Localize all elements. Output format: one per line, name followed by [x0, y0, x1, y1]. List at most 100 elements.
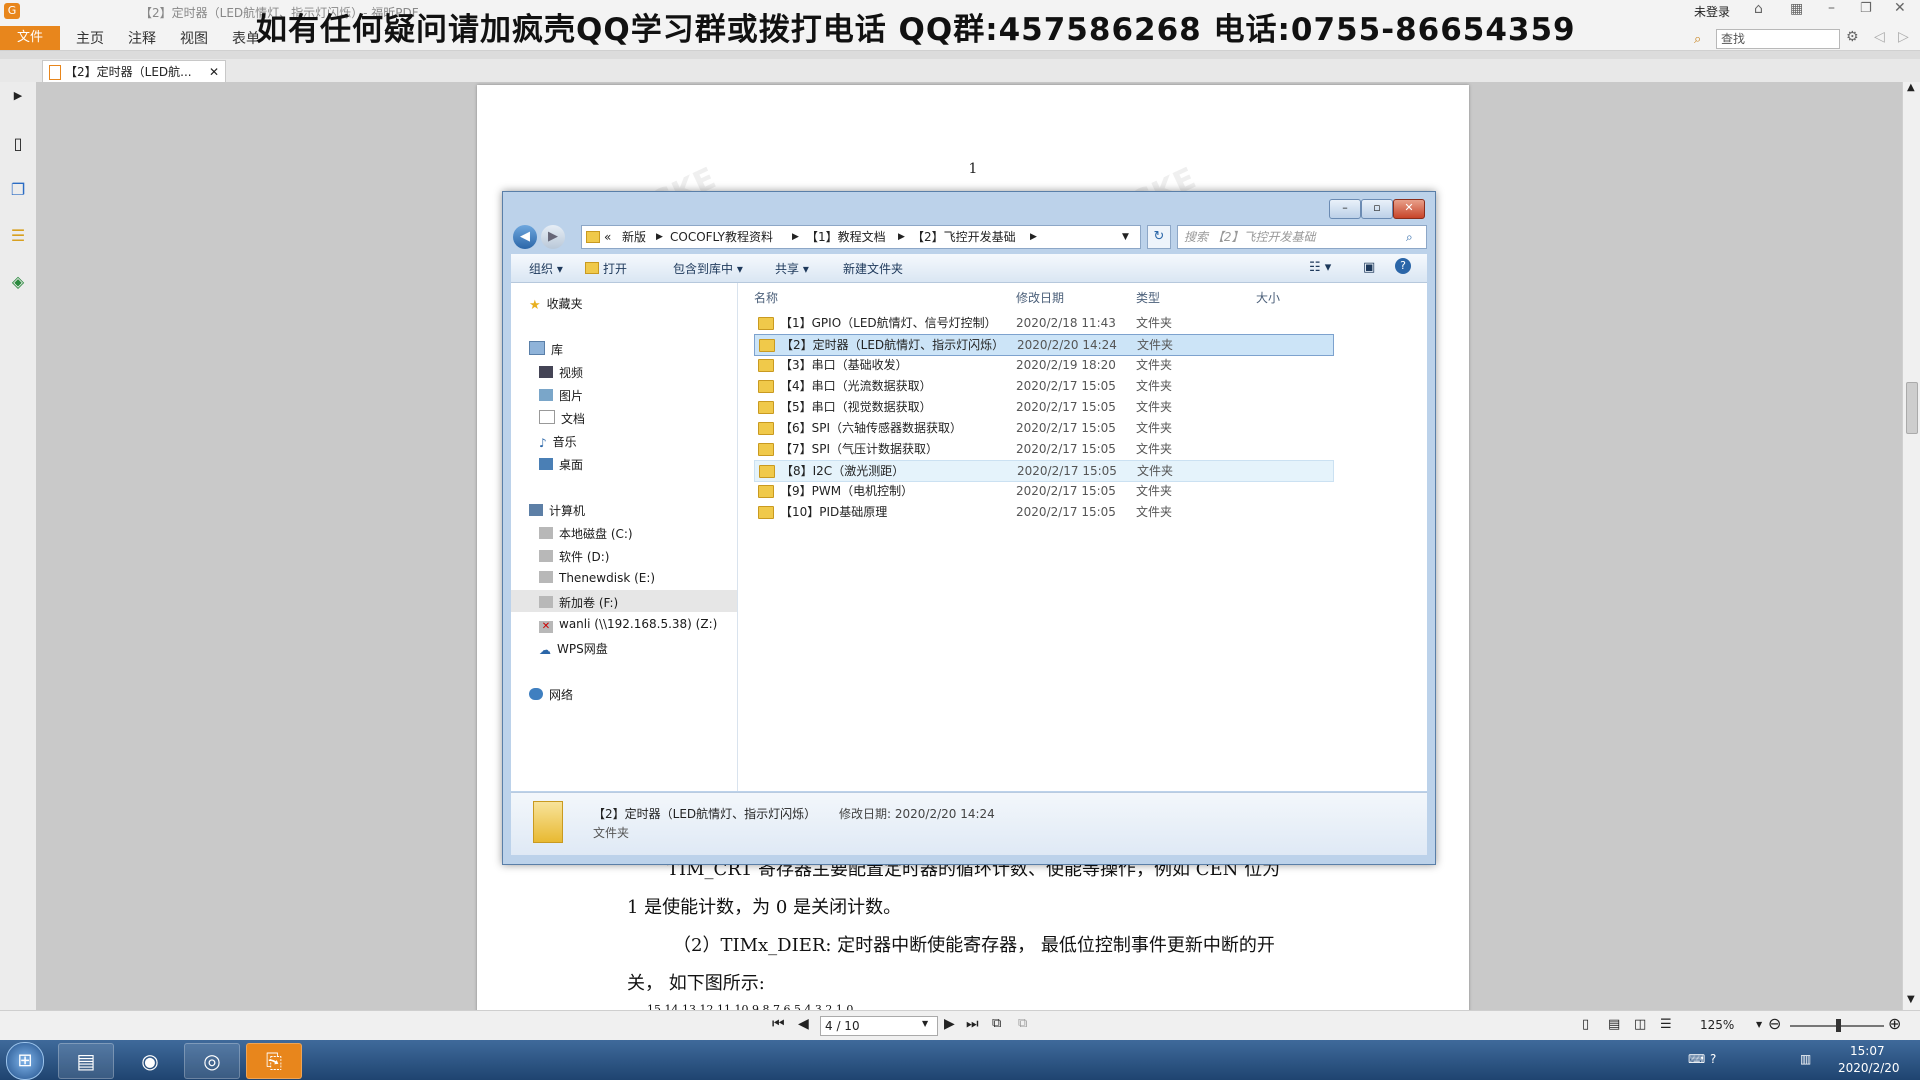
clock-date[interactable]: 2020/2/20: [1838, 1061, 1900, 1075]
view-options-icon[interactable]: ☷ ▾: [1309, 260, 1331, 275]
breadcrumb-item[interactable]: 【2】飞控开发基础: [912, 226, 1016, 248]
fit-page-icon[interactable]: ⧉: [992, 1016, 1001, 1031]
forward-icon[interactable]: ▶: [541, 225, 565, 249]
nav-lib-desktop[interactable]: 桌面: [539, 456, 583, 473]
nav-lib-music[interactable]: ♪ 音乐: [539, 433, 577, 450]
explorer-search-input[interactable]: 搜索 【2】飞控开发基础 ⌕: [1177, 225, 1427, 249]
scroll-view-icon[interactable]: ☰: [1660, 1017, 1672, 1032]
scroll-up-icon[interactable]: ▲: [1907, 82, 1915, 93]
apps-grid-icon[interactable]: ▦: [1790, 1, 1803, 17]
chrome-taskbar-icon[interactable]: ◉: [122, 1043, 178, 1079]
webcam-taskbar-icon[interactable]: ◎: [184, 1043, 240, 1079]
settings-icon[interactable]: ⚙: [1846, 29, 1859, 45]
tray-help-icon[interactable]: ?: [1710, 1052, 1716, 1066]
find-input[interactable]: 查找: [1716, 29, 1840, 49]
breadcrumb-item[interactable]: COCOFLY教程资料: [670, 226, 773, 248]
restore-icon[interactable]: ❐: [1860, 1, 1872, 16]
tab-close-icon[interactable]: ✕: [209, 61, 219, 83]
column-type[interactable]: 类型: [1136, 289, 1160, 306]
login-status[interactable]: 未登录: [1694, 3, 1730, 20]
address-dropdown-icon[interactable]: ▼: [1122, 226, 1129, 248]
skin-icon[interactable]: ⌂: [1754, 1, 1763, 17]
find-icon[interactable]: ⌕: [1694, 32, 1701, 47]
continuous-view-icon[interactable]: ▤: [1608, 1017, 1620, 1032]
file-row[interactable]: 【4】串口（光流数据获取） 2020/2/17 15:05 文件夹: [754, 376, 1332, 396]
column-size[interactable]: 大小: [1256, 289, 1280, 306]
breadcrumb-item[interactable]: 【1】教程文档: [806, 226, 886, 248]
clock-time[interactable]: 15:07: [1850, 1044, 1885, 1058]
file-row[interactable]: 【7】SPI（气压计数据获取） 2020/2/17 15:05 文件夹: [754, 439, 1332, 459]
nav-computer[interactable]: 计算机: [529, 502, 585, 519]
column-name[interactable]: 名称: [754, 289, 778, 306]
facing-view-icon[interactable]: ◫: [1634, 1017, 1646, 1032]
last-page-icon[interactable]: ⏭: [966, 1016, 979, 1032]
pages-icon[interactable]: ❐: [8, 180, 28, 200]
share-button[interactable]: 共享 ▾: [775, 260, 809, 277]
nav-lib-documents[interactable]: 文档: [539, 410, 585, 427]
file-row[interactable]: 【6】SPI（六轴传感器数据获取） 2020/2/17 15:05 文件夹: [754, 418, 1332, 438]
tray-keyboard-icon[interactable]: ⌨: [1688, 1052, 1705, 1066]
menu-view[interactable]: 视图: [180, 28, 208, 48]
forward-arrow-icon[interactable]: ▷: [1898, 29, 1909, 45]
explorer-maximize-icon[interactable]: ▫: [1361, 199, 1393, 219]
fit-width-icon[interactable]: ⧉: [1018, 1016, 1027, 1031]
comments-icon[interactable]: ☰: [8, 226, 28, 246]
file-row[interactable]: 【3】串口（基础收发） 2020/2/19 18:20 文件夹: [754, 355, 1332, 375]
back-arrow-icon[interactable]: ◁: [1874, 29, 1885, 45]
preview-pane-icon[interactable]: ▣: [1363, 260, 1375, 275]
nav-network[interactable]: 网络: [529, 686, 573, 703]
search-icon[interactable]: ⌕: [1406, 226, 1413, 248]
column-date[interactable]: 修改日期: [1016, 289, 1064, 306]
scroll-thumb[interactable]: [1906, 382, 1918, 434]
single-page-view-icon[interactable]: ▯: [1582, 1017, 1589, 1032]
organize-button[interactable]: 组织 ▾: [529, 260, 563, 277]
file-row[interactable]: 【9】PWM（电机控制） 2020/2/17 15:05 文件夹: [754, 481, 1332, 501]
include-library-button[interactable]: 包含到库中 ▾: [673, 260, 743, 277]
file-row[interactable]: 【8】I2C（激光测距） 2020/2/17 15:05 文件夹: [754, 460, 1334, 482]
next-page-icon[interactable]: ▶: [944, 1016, 955, 1032]
nav-drive-e[interactable]: Thenewdisk (E:): [539, 571, 655, 585]
zoom-in-icon[interactable]: ⊕: [1888, 1014, 1901, 1033]
layers-icon[interactable]: ◈: [8, 272, 28, 292]
file-row[interactable]: 【1】GPIO（LED航情灯、信号灯控制） 2020/2/18 11:43 文件夹: [754, 313, 1332, 333]
vertical-scrollbar[interactable]: ▲ ▼: [1902, 82, 1920, 1010]
help-icon[interactable]: ?: [1395, 258, 1411, 274]
nav-drive-c[interactable]: 本地磁盘 (C:): [539, 525, 633, 542]
zoom-dropdown-icon[interactable]: ▼: [1756, 1020, 1762, 1029]
nav-lib-pictures[interactable]: 图片: [539, 387, 583, 404]
file-explorer-taskbar-icon[interactable]: ▤: [58, 1043, 114, 1079]
open-button[interactable]: 打开: [585, 260, 627, 277]
app-logo-icon[interactable]: G: [4, 3, 20, 19]
nav-drive-f[interactable]: 新加卷 (F:): [539, 594, 618, 611]
zoom-out-icon[interactable]: ⊖: [1768, 1014, 1781, 1033]
nav-libraries[interactable]: 库: [529, 341, 563, 358]
minimize-icon[interactable]: –: [1828, 0, 1835, 16]
file-row[interactable]: 【5】串口（视觉数据获取） 2020/2/17 15:05 文件夹: [754, 397, 1332, 417]
menu-home[interactable]: 主页: [76, 28, 104, 48]
pdf-reader-taskbar-icon[interactable]: ⎘: [246, 1043, 302, 1079]
explorer-close-icon[interactable]: ✕: [1393, 199, 1425, 219]
start-button-icon[interactable]: ⊞: [6, 1042, 44, 1080]
breadcrumb-root[interactable]: «: [604, 226, 611, 248]
breadcrumb-item[interactable]: 新版: [622, 226, 646, 248]
zoom-slider-thumb[interactable]: [1836, 1019, 1841, 1032]
menu-annotate[interactable]: 注释: [128, 28, 156, 48]
nav-drive-d[interactable]: 软件 (D:): [539, 548, 609, 565]
explorer-title-bar[interactable]: – ▫ ✕: [503, 192, 1435, 220]
explorer-minimize-icon[interactable]: –: [1329, 199, 1361, 219]
zoom-level[interactable]: 125%: [1700, 1018, 1734, 1032]
document-tab[interactable]: 【2】定时器（LED航... ✕: [42, 60, 226, 83]
address-bar[interactable]: « 新版 ▶ COCOFLY教程资料 ▶ 【1】教程文档 ▶ 【2】飞控开发基础…: [581, 225, 1141, 249]
back-icon[interactable]: ◀: [513, 225, 537, 249]
nav-favorites[interactable]: ★ 收藏夹: [529, 295, 583, 313]
page-number-input[interactable]: 4 / 10: [820, 1016, 938, 1036]
nav-lib-videos[interactable]: 视频: [539, 364, 583, 381]
first-page-icon[interactable]: ⏮: [772, 1016, 785, 1032]
close-icon[interactable]: ✕: [1894, 0, 1906, 16]
expand-panel-icon[interactable]: ▶: [8, 86, 28, 106]
nav-drive-z[interactable]: ✕ wanli (\\192.168.5.38) (Z:): [539, 617, 717, 633]
page-dropdown-icon[interactable]: ▼: [922, 1019, 928, 1028]
file-row[interactable]: 【2】定时器（LED航情灯、指示灯闪烁） 2020/2/20 14:24 文件夹: [754, 334, 1334, 356]
menu-file[interactable]: 文件: [0, 26, 60, 50]
bookmark-icon[interactable]: ▯: [8, 134, 28, 154]
